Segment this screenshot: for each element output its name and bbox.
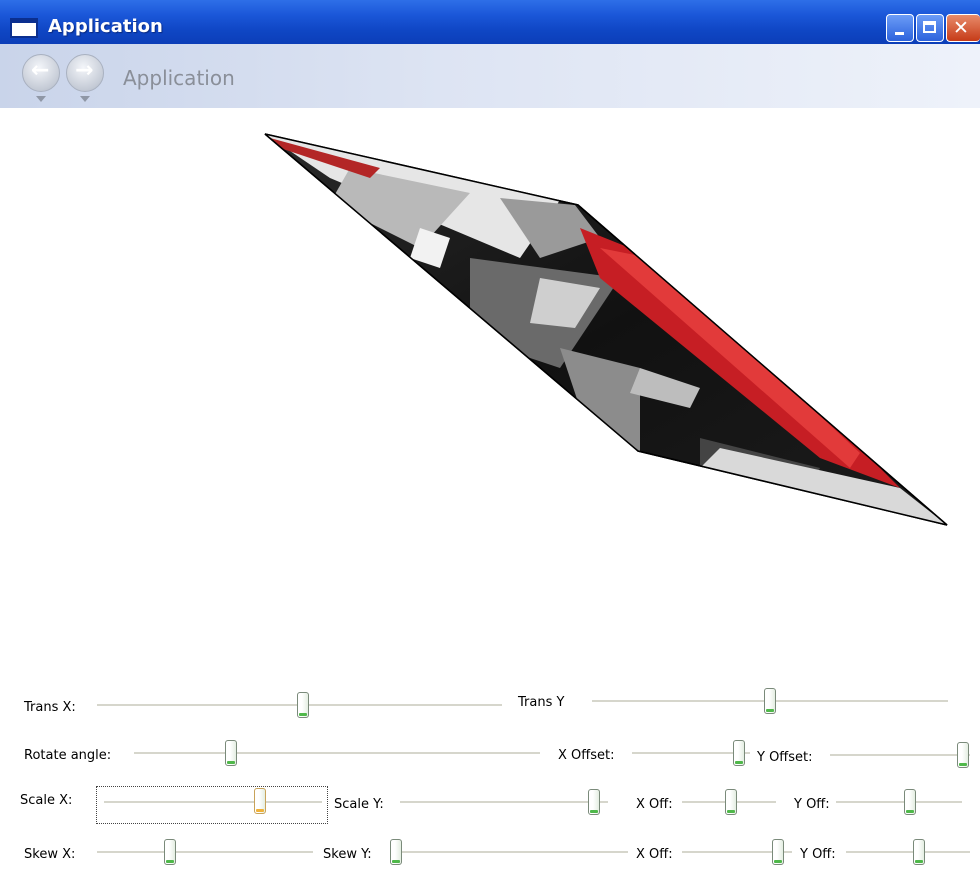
rotate-angle-label: Rotate angle: [24, 748, 112, 763]
rotate-angle-slider-thumb[interactable] [224, 740, 237, 766]
scale-y-slider-track[interactable] [400, 801, 608, 804]
scale-x-label: Scale X: [20, 793, 73, 808]
y-offset-label: Y Offset: [757, 750, 813, 765]
scale-y-off-slider-thumb[interactable] [904, 789, 917, 815]
close-icon: ✕ [953, 17, 969, 39]
trans-x-slider-thumb[interactable] [297, 692, 310, 718]
scale-y-slider-thumb[interactable] [588, 789, 601, 815]
minimize-button[interactable] [886, 14, 914, 42]
arrow-left-icon: ← [31, 58, 50, 83]
skew-x-slider-thumb[interactable] [164, 839, 177, 865]
transformed-image-canvas [264, 133, 948, 526]
forward-dropdown-icon[interactable] [80, 96, 90, 102]
page-title: Application [123, 66, 235, 90]
window-icon [10, 18, 38, 38]
title-bar[interactable]: Application ✕ [0, 0, 980, 44]
x-offset-slider-thumb[interactable] [732, 740, 745, 766]
scale-y-off-label: Y Off: [794, 797, 830, 812]
y-offset-slider-thumb[interactable] [956, 742, 969, 768]
back-button[interactable]: ← [22, 54, 60, 92]
back-dropdown-icon[interactable] [36, 96, 46, 102]
forward-button[interactable]: → [66, 54, 104, 92]
y-offset-slider-track[interactable] [830, 754, 970, 757]
skew-y-slider-track[interactable] [390, 851, 628, 854]
arrow-right-icon: → [75, 58, 94, 83]
navigation-bar: ← → Application [0, 44, 980, 108]
trans-y-slider-thumb[interactable] [764, 688, 776, 714]
skew-x-off-slider-thumb[interactable] [772, 839, 785, 865]
scale-x-focus-rect [96, 786, 328, 824]
scale-x-off-slider-thumb[interactable] [724, 789, 737, 815]
application-window: Application ✕ ← → Application Trans X: T… [0, 0, 980, 875]
x-offset-label: X Offset: [558, 748, 615, 763]
trans-y-label: Trans Y [518, 695, 565, 710]
scale-x-slider-track[interactable] [104, 801, 322, 804]
skew-y-off-slider-thumb[interactable] [913, 839, 926, 865]
close-button[interactable]: ✕ [946, 14, 980, 42]
window-title: Application [48, 16, 163, 37]
scale-y-label: Scale Y: [334, 797, 384, 812]
skew-x-off-label: X Off: [636, 847, 673, 862]
skew-y-off-slider-track[interactable] [846, 851, 970, 854]
rotate-angle-slider-track[interactable] [134, 752, 540, 755]
scale-y-off-slider-track[interactable] [836, 801, 962, 804]
skewed-photo [264, 133, 948, 526]
skew-y-label: Skew Y: [323, 847, 372, 862]
skew-y-off-label: Y Off: [800, 847, 836, 862]
skew-x-slider-track[interactable] [97, 851, 313, 854]
maximize-button[interactable] [916, 14, 944, 42]
trans-x-label: Trans X: [24, 700, 76, 715]
skew-y-slider-thumb[interactable] [390, 839, 402, 865]
scale-x-slider-thumb[interactable] [254, 788, 267, 814]
scale-x-off-label: X Off: [636, 797, 673, 812]
skew-x-label: Skew X: [24, 847, 76, 862]
